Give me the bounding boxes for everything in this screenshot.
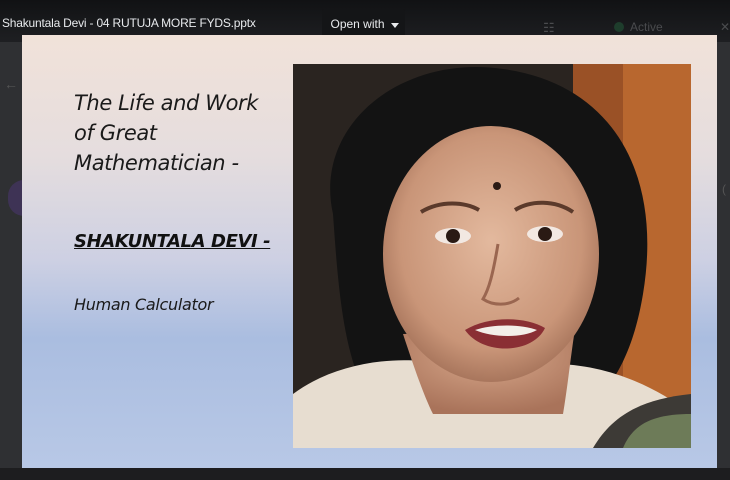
file-name: Shakuntala Devi - 04 RUTUJA MORE FYDS.pp… [2, 16, 256, 30]
slide-title: The Life and Work of Great Mathematician… [74, 88, 294, 178]
slide-title-line: Mathematician - [74, 151, 239, 175]
portrait-illustration [293, 64, 691, 448]
open-with-label: Open with [330, 17, 385, 31]
status-dot-icon [614, 22, 624, 32]
slide-title-line: of Great [74, 121, 157, 145]
slide-name-heading: SHAKUNTALA DEVI - [74, 231, 271, 252]
slide-title-line: The Life and Work [74, 91, 259, 115]
status-label: Active [630, 20, 663, 34]
side-panel-icon: ( [722, 182, 726, 196]
slide-subtitle: Human Calculator [74, 295, 214, 314]
slide-preview: The Life and Work of Great Mathematician… [22, 35, 717, 468]
grid-icon: ☷ [543, 20, 555, 35]
close-icon[interactable]: ✕ [720, 20, 730, 34]
back-arrow-icon[interactable]: ← [4, 76, 18, 92]
bottom-strip [0, 468, 730, 480]
chevron-down-icon [390, 22, 399, 28]
portrait-photo [293, 64, 691, 448]
